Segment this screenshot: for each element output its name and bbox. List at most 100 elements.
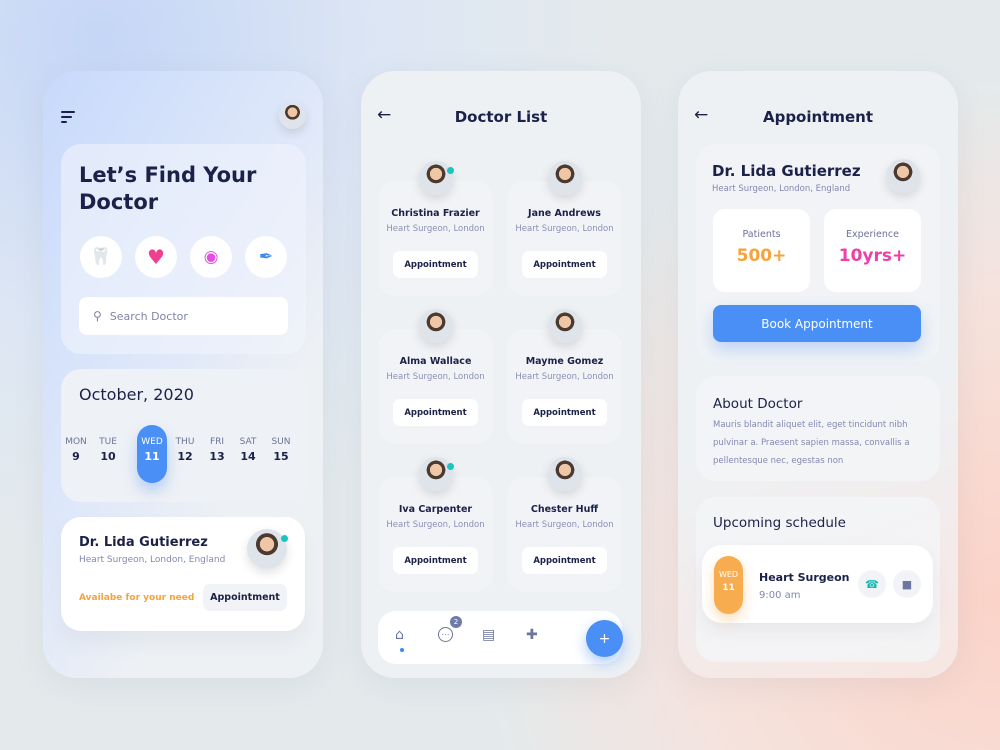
syringe-icon: ✒ xyxy=(258,247,274,267)
heart-icon: ♥ xyxy=(147,245,165,269)
category-tooth-button[interactable]: 🦷 xyxy=(80,236,122,278)
category-heart-button[interactable]: ♥ xyxy=(135,236,177,278)
schedule-title: Upcoming schedule xyxy=(713,515,846,531)
menu-icon[interactable] xyxy=(61,111,75,126)
doctor-avatar xyxy=(419,161,453,195)
doctor-card[interactable]: Iva Carpenter Heart Surgeon, London Appoin… xyxy=(378,457,493,592)
appointment-button[interactable]: Appointment xyxy=(522,251,607,278)
home-screen: Let’s Find Your Doctor 🦷 ♥ ◉ ✒ ⚲ Search Do… xyxy=(43,71,323,678)
day-number: 9 xyxy=(72,450,80,463)
call-button[interactable]: ☎ xyxy=(858,570,886,598)
appointment-button[interactable]: Appointment xyxy=(522,547,607,574)
doctor-card[interactable]: Christina Frazier Heart Surgeon, London Ap… xyxy=(378,161,493,296)
doctor-avatar xyxy=(886,159,920,193)
doctor-card[interactable]: Mayme Gomez Heart Surgeon, London Appointm… xyxy=(507,309,622,444)
eye-icon: ◉ xyxy=(203,247,219,267)
video-call-button[interactable]: ■ xyxy=(893,570,921,598)
about-text: Mauris blandit aliquet elit, eget tincid… xyxy=(713,420,910,466)
calendar-day[interactable]: MON 9 xyxy=(61,425,91,483)
calendar-month: October, 2020 xyxy=(79,385,194,404)
doctor-avatar xyxy=(548,161,582,195)
day-name: WED xyxy=(141,437,163,447)
doctor-name: Alma Wallace xyxy=(399,356,472,367)
schedule-item[interactable]: WED 11 Heart Surgeon 9:00 am ☎ ■ xyxy=(702,545,933,623)
day-name: TUE xyxy=(99,437,117,447)
day-number: 10 xyxy=(100,450,116,463)
calendar-day-selected[interactable]: WED 11 xyxy=(137,425,167,483)
day-number: 13 xyxy=(209,450,225,463)
active-indicator xyxy=(400,648,404,652)
doctor-specialty: Heart Surgeon, London, England xyxy=(712,184,851,194)
schedule-date-pill: WED 11 xyxy=(714,556,743,614)
doctor-specialty: Heart Surgeon, London xyxy=(515,372,614,382)
doctor-card[interactable]: Alma Wallace Heart Surgeon, London Appoint… xyxy=(378,309,493,444)
about-title: About Doctor xyxy=(713,396,803,412)
doctor-specialty: Heart Surgeon, London, England xyxy=(79,555,226,565)
doctor-name: Mayme Gomez xyxy=(525,356,604,367)
schedule-date: 11 xyxy=(722,583,735,593)
stat-label: Patients xyxy=(742,229,781,240)
day-number: 12 xyxy=(177,450,193,463)
schedule-time: 9:00 am xyxy=(759,590,801,601)
day-name: MON xyxy=(65,437,87,447)
add-button[interactable]: + xyxy=(586,620,623,657)
calendar-day[interactable]: THU 12 xyxy=(170,425,200,483)
doctor-specialty: Heart Surgeon, London xyxy=(515,520,614,530)
schedule-type: Heart Surgeon xyxy=(759,571,850,584)
doctor-specialty: Heart Surgeon, London xyxy=(386,372,485,382)
appointment-button[interactable]: Appointment xyxy=(522,399,607,426)
calendar-day[interactable]: TUE 10 xyxy=(93,425,123,483)
appointment-button[interactable]: Appointment xyxy=(393,399,478,426)
tooth-icon: 🦷 xyxy=(90,247,112,267)
appointment-button[interactable]: Appointment xyxy=(393,251,478,278)
day-name: FRI xyxy=(209,437,225,447)
appointment-button[interactable]: Appointment xyxy=(393,547,478,574)
stat-value: 500+ xyxy=(736,246,787,266)
day-name: SAT xyxy=(239,437,257,447)
schedule-day: WED xyxy=(718,570,739,579)
calendar-day[interactable]: SUN 15 xyxy=(266,425,296,483)
online-indicator xyxy=(447,167,454,174)
doctor-name: Christina Frazier xyxy=(391,208,480,219)
doctor-name: Jane Andrews xyxy=(528,208,601,219)
user-avatar[interactable] xyxy=(279,102,306,129)
chat-badge: 2 xyxy=(450,616,462,628)
doctor-card[interactable]: Jane Andrews Heart Surgeon, London Appoint… xyxy=(507,161,622,296)
category-syringe-button[interactable]: ✒ xyxy=(245,236,287,278)
doctor-card[interactable]: Chester Huff Heart Surgeon, London Appoint… xyxy=(507,457,622,592)
online-indicator xyxy=(447,463,454,470)
book-appointment-button[interactable]: Book Appointment xyxy=(713,305,921,342)
page-title: Appointment xyxy=(762,108,874,126)
calendar-day[interactable]: SAT 14 xyxy=(233,425,263,483)
page-title: Doctor List xyxy=(454,108,548,126)
chat-icon[interactable]: … xyxy=(438,627,453,642)
experience-stat: Experience 10yrs+ xyxy=(824,209,921,292)
featured-doctor-card[interactable]: Dr. Lida Gutierrez Heart Surgeon, London… xyxy=(61,517,305,631)
doctor-avatar xyxy=(419,309,453,343)
doctor-avatar xyxy=(247,529,287,569)
video-icon: ■ xyxy=(901,577,913,591)
doctor-specialty: Heart Surgeon, London xyxy=(386,224,485,234)
medkit-icon[interactable]: ✚ xyxy=(526,627,538,643)
search-input[interactable]: ⚲ Search Doctor xyxy=(79,297,288,335)
day-number: 11 xyxy=(144,450,160,463)
doctor-avatar xyxy=(548,309,582,343)
home-icon[interactable]: ⌂ xyxy=(395,627,404,643)
doctor-specialty: Heart Surgeon, London xyxy=(386,520,485,530)
availability-text: Availabe for your need xyxy=(79,593,195,603)
doctor-name: Dr. Lida Gutierrez xyxy=(79,535,208,550)
day-number: 14 xyxy=(240,450,256,463)
appointment-button[interactable]: Appointment xyxy=(203,584,287,611)
stat-value: 10yrs+ xyxy=(838,246,907,266)
category-eye-button[interactable]: ◉ xyxy=(190,236,232,278)
calendar-card: October, 2020 MON 9 TUE 10 WED 11 THU 12 FRI… xyxy=(61,369,306,502)
doctor-name: Iva Carpenter xyxy=(398,504,473,515)
page-title: Let’s Find Your Doctor xyxy=(79,163,257,214)
patients-stat: Patients 500+ xyxy=(713,209,810,292)
calendar-day[interactable]: FRI 13 xyxy=(202,425,232,483)
bottom-nav: ⌂ … 2 ▤ ✚ + xyxy=(378,611,623,664)
records-icon[interactable]: ▤ xyxy=(482,627,495,643)
appointment-screen: ← Appointment Dr. Lida Gutierrez Heart S… xyxy=(678,71,958,678)
doctor-profile-card: Dr. Lida Gutierrez Heart Surgeon, London… xyxy=(696,144,940,362)
doctor-avatar xyxy=(419,457,453,491)
